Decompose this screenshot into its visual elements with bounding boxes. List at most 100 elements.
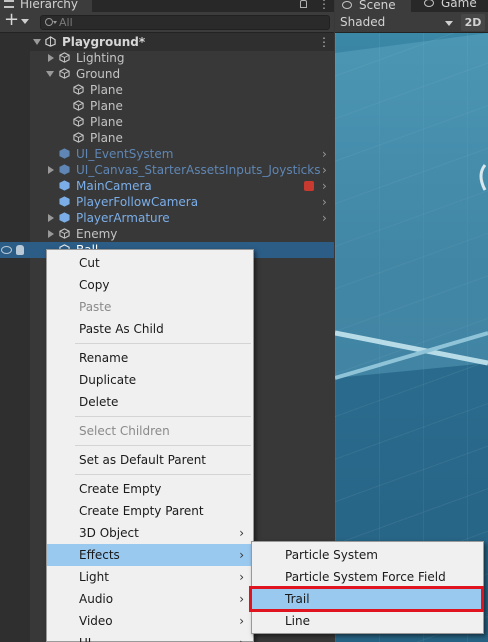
menu-item-3d-object[interactable]: 3D Object › xyxy=(47,522,253,544)
hierarchy-item-plane[interactable]: Plane xyxy=(0,130,334,146)
pickable-hand-icon[interactable] xyxy=(16,245,24,255)
menu-item-cut[interactable]: Cut xyxy=(47,252,253,274)
menu-item-create-empty[interactable]: Create Empty xyxy=(47,478,253,500)
scene-header-row[interactable]: Playground* ⋮ xyxy=(0,33,334,51)
menu-item-paste: Paste xyxy=(79,300,112,314)
prefab-open-chevron-icon[interactable]: › xyxy=(322,146,327,162)
hierarchy-item-label: UI_EventSystem xyxy=(76,147,174,161)
menu-separator xyxy=(75,343,251,344)
menu-item-label: Video xyxy=(79,614,113,628)
submenu-item-particle-system[interactable]: Particle System xyxy=(252,544,483,566)
prefab-cube-icon xyxy=(59,196,70,207)
menu-item-audio[interactable]: Audio › xyxy=(47,588,253,610)
chevron-down-icon xyxy=(445,21,453,26)
hierarchy-item-label: PlayerFollowCamera xyxy=(76,195,199,209)
hierarchy-item-playerfollowcamera[interactable]: PlayerFollowCamera › xyxy=(0,194,334,210)
menu-separator xyxy=(75,474,251,475)
scene-menu-icon[interactable]: ⋮ xyxy=(318,33,330,51)
create-button[interactable]: + xyxy=(4,9,32,31)
unity-scene-icon xyxy=(45,36,56,47)
expand-arrow-icon[interactable] xyxy=(33,39,41,45)
mode-2d-button[interactable]: 2D xyxy=(461,14,485,31)
submenu-arrow-icon: › xyxy=(239,614,244,628)
visibility-eye-icon[interactable] xyxy=(1,246,12,254)
hierarchy-item-plane[interactable]: Plane xyxy=(0,114,334,130)
menu-item-label: Light xyxy=(79,570,109,584)
hierarchy-item-ui-eventsystem[interactable]: UI_EventSystem › xyxy=(0,146,334,162)
hierarchy-item-playerarmature[interactable]: PlayerArmature › xyxy=(0,210,334,226)
gameobject-cube-icon xyxy=(73,116,84,127)
shading-mode-dropdown[interactable]: Shaded xyxy=(337,14,455,31)
hierarchy-item-lighting[interactable]: Lighting xyxy=(0,50,334,66)
hierarchy-toolbar: + xyxy=(0,9,334,33)
plus-icon: + xyxy=(4,9,20,30)
hierarchy-tab-label: Hierarchy xyxy=(20,0,79,11)
menu-separator xyxy=(75,445,251,446)
tab-menu-icon[interactable]: ⋮ xyxy=(318,0,330,10)
submenu-arrow-icon: › xyxy=(239,632,244,642)
expand-arrow-icon[interactable] xyxy=(46,71,54,77)
menu-item-label: Effects xyxy=(79,548,120,562)
menu-item-ui[interactable]: UI › xyxy=(47,632,253,642)
expand-arrow-icon[interactable] xyxy=(48,214,54,222)
scene-tab-icon xyxy=(342,1,352,9)
gameobject-cube-icon xyxy=(59,68,70,79)
search-icon[interactable] xyxy=(45,18,53,26)
menu-item-select-children: Select Children xyxy=(79,424,170,438)
tab-game-label: Game xyxy=(441,0,477,10)
submenu-arrow-icon: › xyxy=(239,592,244,606)
hierarchy-item-ui-canvas[interactable]: UI_Canvas_StarterAssetsInputs_Joysticks … xyxy=(0,162,334,178)
menu-item-create-empty-parent[interactable]: Create Empty Parent xyxy=(47,500,253,522)
menu-item-duplicate[interactable]: Duplicate xyxy=(47,369,253,391)
submenu-item-line[interactable]: Line xyxy=(252,610,483,632)
hierarchy-item-label: PlayerArmature xyxy=(76,211,170,225)
menu-separator xyxy=(75,416,251,417)
submenu-arrow-icon: › xyxy=(239,526,244,540)
submenu-arrow-icon: › xyxy=(239,548,244,562)
menu-item-light[interactable]: Light › xyxy=(47,566,253,588)
scene-name: Playground* xyxy=(62,35,146,49)
scene-toolbar: Shaded 2D xyxy=(335,12,488,33)
camera-warning-icon[interactable] xyxy=(304,181,314,191)
tab-game[interactable]: Game xyxy=(417,0,488,12)
menu-item-rename[interactable]: Rename xyxy=(47,347,253,369)
expand-arrow-icon[interactable] xyxy=(48,230,54,238)
menu-item-label: UI xyxy=(79,636,91,642)
hierarchy-item-label: Lighting xyxy=(76,51,125,65)
expand-arrow-icon[interactable] xyxy=(48,166,54,174)
hierarchy-item-plane[interactable]: Plane xyxy=(0,98,334,114)
prefab-open-chevron-icon[interactable]: › xyxy=(322,162,327,178)
shading-mode-label: Shaded xyxy=(340,15,386,29)
search-input[interactable] xyxy=(59,16,319,29)
gameobject-cube-icon xyxy=(73,132,84,143)
prefab-cube-icon xyxy=(59,212,70,223)
menu-item-effects[interactable]: Effects › xyxy=(47,544,253,566)
tab-scene-label: Scene xyxy=(359,0,396,12)
hierarchy-item-ground[interactable]: Ground xyxy=(0,66,334,82)
gameobject-cube-icon xyxy=(73,100,84,111)
menu-item-copy[interactable]: Copy xyxy=(47,274,253,296)
menu-item-video[interactable]: Video › xyxy=(47,610,253,632)
hierarchy-item-plane[interactable]: Plane xyxy=(0,82,334,98)
prefab-open-chevron-icon[interactable]: › xyxy=(322,194,327,210)
hierarchy-item-maincamera[interactable]: MainCamera › xyxy=(0,178,334,194)
menu-item-set-default-parent[interactable]: Set as Default Parent xyxy=(47,449,253,471)
context-menu: Cut Copy Paste Paste As Child Rename Dup… xyxy=(46,249,254,642)
search-box[interactable] xyxy=(40,15,330,30)
hierarchy-item-label: Plane xyxy=(90,83,123,97)
tab-scene[interactable]: Scene xyxy=(335,0,411,12)
expand-arrow-icon[interactable] xyxy=(48,54,54,62)
gameobject-cube-icon xyxy=(73,84,84,95)
prefab-open-chevron-icon[interactable]: › xyxy=(322,178,327,194)
prefab-open-chevron-icon[interactable]: › xyxy=(322,210,327,226)
submenu-item-particle-force-field[interactable]: Particle System Force Field xyxy=(252,566,483,588)
hierarchy-list-icon xyxy=(4,0,14,8)
menu-item-paste-as-child[interactable]: Paste As Child xyxy=(47,318,253,340)
lock-icon[interactable] xyxy=(300,0,307,8)
menu-item-label: Audio xyxy=(79,592,114,606)
gameobject-cube-icon xyxy=(59,52,70,63)
menu-item-delete[interactable]: Delete xyxy=(47,391,253,413)
hierarchy-item-enemy[interactable]: Enemy xyxy=(0,226,334,242)
hierarchy-item-label: Ground xyxy=(76,67,121,81)
gameobject-cube-icon xyxy=(59,228,70,239)
